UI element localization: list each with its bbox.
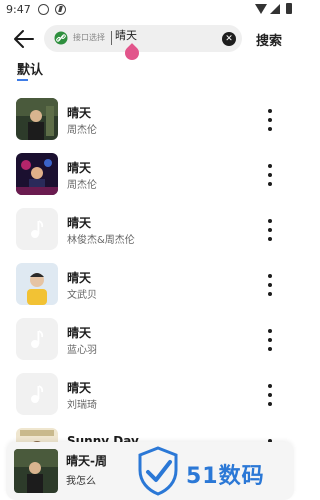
music-note-icon [31, 330, 44, 348]
more-vert-icon[interactable] [264, 329, 276, 351]
search-bar[interactable]: 接口选择 ✕ [44, 25, 242, 52]
album-cover-placeholder [16, 318, 58, 360]
album-cover-placeholder [16, 208, 58, 250]
album-cover [16, 98, 58, 140]
signal-icon [270, 4, 280, 14]
song-title: 晴天 [67, 271, 92, 285]
watermark-text: 51数码 [186, 464, 265, 489]
search-button[interactable]: 搜索 [256, 30, 282, 49]
more-vert-icon[interactable] [264, 274, 276, 296]
list-item[interactable]: 晴天 刘瑞琦 [0, 367, 300, 422]
more-vert-icon[interactable] [264, 384, 276, 406]
search-input[interactable] [115, 29, 215, 41]
song-artist: 刘瑞琦 [67, 400, 97, 411]
song-artist: 文武贝 [67, 290, 97, 301]
song-artist: 蓝心羽 [67, 345, 97, 356]
notification-icon [38, 4, 49, 15]
now-playing-title: 晴天-周 [66, 454, 107, 468]
album-cover-placeholder [16, 373, 58, 415]
song-title: 晴天 [67, 381, 92, 395]
status-time: 9:47 [6, 3, 31, 16]
text-cursor [111, 31, 112, 45]
list-item[interactable]: 晴天 蓝心羽 [0, 312, 300, 367]
more-vert-icon[interactable] [264, 109, 276, 131]
tab-indicator [17, 79, 28, 81]
battery-icon [286, 3, 292, 14]
clear-icon[interactable]: ✕ [222, 32, 236, 46]
song-artist: 周杰伦 [67, 125, 97, 136]
arrow-left-icon [14, 30, 34, 48]
shield-icon [138, 446, 178, 496]
music-note-icon [31, 385, 44, 403]
list-item[interactable]: 晴天 文武贝 [0, 257, 300, 312]
power-icon [55, 4, 66, 15]
back-button[interactable] [12, 28, 36, 50]
link-icon[interactable] [54, 31, 68, 45]
list-item[interactable]: 晴天 周杰伦 [0, 147, 300, 202]
tab-default[interactable]: 默认 [17, 59, 43, 78]
more-vert-icon[interactable] [264, 219, 276, 241]
list-item[interactable]: 晴天 周杰伦 [0, 92, 300, 147]
more-vert-icon[interactable] [264, 164, 276, 186]
song-artist: 林俊杰&周杰伦 [67, 235, 135, 246]
now-playing-lyric: 我怎么 [66, 476, 96, 487]
status-bar: 9:47 [0, 0, 300, 20]
music-note-icon [31, 220, 44, 238]
list-item[interactable]: 晴天 林俊杰&周杰伦 [0, 202, 300, 257]
song-title: 晴天 [67, 216, 92, 230]
song-artist: 周杰伦 [67, 180, 97, 191]
album-cover [16, 263, 58, 305]
song-title: 晴天 [67, 326, 92, 340]
wifi-icon [255, 4, 267, 14]
interface-select-label[interactable]: 接口选择 [73, 32, 105, 43]
watermark-logo: 51数码 [136, 446, 286, 498]
album-cover [16, 153, 58, 195]
now-playing-cover [14, 449, 58, 493]
song-title: 晴天 [67, 106, 92, 120]
song-title: 晴天 [67, 161, 92, 175]
